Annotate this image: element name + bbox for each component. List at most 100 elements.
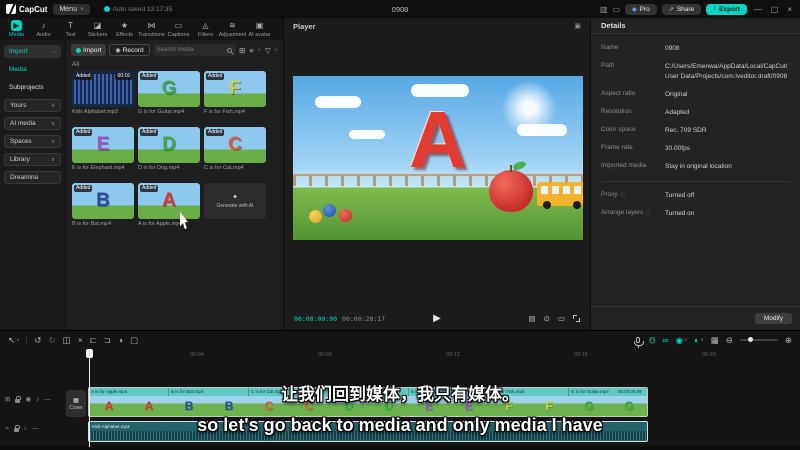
tab-icon: ▶ [11,20,22,31]
minimize-icon[interactable]: — [752,5,764,14]
redo-button[interactable]: ↻ [49,336,56,345]
tab[interactable]: ▶ Media [3,20,30,38]
timeline-ruler[interactable]: 00:04 00:08 00:12 00:16 00:20 [190,352,800,358]
layout-panel-icon[interactable]: ▭ [612,5,620,14]
voiceover-mic-icon[interactable] [634,337,645,348]
media-item[interactable]: F Added F is for Fish.mp4 [204,71,266,115]
share-button[interactable]: ↗ Share [661,3,702,15]
undo-button[interactable]: ↺ [34,336,41,345]
sidebar-item[interactable]: Yours ∨ [4,99,61,112]
sort-chevron-icon: ∨ [257,47,261,52]
sidebar-item[interactable]: Dreamina [4,171,61,184]
tab-label: Audio [36,32,51,38]
details-field-row: Imported media Stay in original location [601,162,790,172]
tab[interactable]: T Text [57,20,84,38]
added-badge: Added [74,129,93,136]
media-item[interactable]: Added 00:16 Kids Alphabet.mp3 [72,71,134,115]
delete-right-button[interactable]: ⊐ [104,336,111,345]
sidebar-item-label: Library [10,156,30,163]
close-icon[interactable]: × [785,5,794,14]
delete-left-button[interactable]: ⊏ [90,336,97,345]
media-item-name: F is for Fish.mp4 [204,109,245,115]
preview-axis-icon[interactable]: ◉ ∨ [676,336,688,345]
linking-icon[interactable]: ∞ [663,336,669,345]
tab[interactable]: ▣ AI avatar [246,20,273,38]
generate-with-ai-card[interactable]: ✦ Generate with AI [204,183,266,227]
aspect-ratio-icon[interactable]: ▭ [558,314,565,323]
tab[interactable]: ◪ Stickers [84,20,111,38]
details-field-label: Color space [601,126,636,134]
details-field-label: Frame rate [601,144,633,152]
menu-button[interactable]: Menu ∨ [53,3,90,15]
search-input[interactable]: Search media [152,44,236,56]
record-label: Record [122,46,144,54]
pro-label: Pro [639,5,650,13]
media-grid: Added 00:16 Kids Alphabet.mp3 G Added G … [66,69,283,229]
snapping-magnet-icon[interactable]: Ω [649,335,655,345]
play-button[interactable]: ▶ [433,313,441,324]
tab[interactable]: ♪ Audio [30,20,57,38]
pro-button[interactable]: ◆ Pro [625,3,657,15]
preview-mode-icon[interactable]: ▦ [711,336,719,345]
delete-button[interactable]: × [78,336,83,345]
tab-icon: ⋈ [147,21,156,30]
sidebar-item[interactable]: Import → [4,45,61,58]
media-item-name: A is for Apple.mp4 [138,221,183,227]
ruler-tick-label: 00:12 [446,352,460,358]
menu-label: Menu [59,5,77,13]
sidebar-item[interactable]: AI media ∨ [4,117,61,130]
autosave-status: Auto saved 13:17:35 [103,6,172,13]
media-filter-all[interactable]: All [66,60,283,69]
school-bus [537,182,583,209]
filter-icon[interactable]: ▽ [265,46,271,55]
cursor-icon: ↖ [8,334,16,345]
record-icon: ◉ [115,47,121,54]
tab[interactable]: ▭ Captions [165,20,192,38]
cloud [315,96,361,108]
media-item[interactable]: C Added C is for Cat.mp4 [204,127,266,171]
tab-label: AI avatar [248,32,271,38]
crop-button[interactable]: ▢ [130,336,138,345]
preview-quality-icon[interactable]: ▤ [529,314,536,323]
import-button[interactable]: Import [71,44,107,56]
tab[interactable]: ◬ Filters [192,20,219,38]
maximize-icon[interactable]: ▢ [769,5,781,14]
auto-captions-icon[interactable]: ◐ ∨ [694,336,703,345]
snapshot-icon[interactable]: ⊙ [544,314,550,323]
video-preview[interactable]: A [293,76,583,240]
zoom-slider-handle[interactable] [747,337,753,342]
media-item-name: B is for Bat.mp4 [72,221,112,227]
tab-icon: T [68,21,73,30]
added-badge: Added [206,73,225,80]
timeline-zoom-in-icon[interactable]: ⊕ [785,336,792,345]
timeline-zoom-out-icon[interactable]: ⊖ [726,336,733,345]
media-item[interactable]: A Added A is for Apple.mp4 [138,183,200,227]
split-button[interactable]: ◫ [63,336,71,345]
modify-button[interactable]: Modify [754,313,792,324]
media-item-name: D is for Dog.mp4 [138,165,180,171]
export-button[interactable]: ↑ Export [706,3,747,15]
generate-with-ai-label: Generate with AI [216,203,254,209]
sort-icon[interactable]: ≡ [249,46,253,55]
export-label: Export [719,5,740,13]
sidebar-item[interactable]: Spaces ∨ [4,135,61,148]
media-item[interactable]: B Added B is for Bat.mp4 [72,183,134,227]
media-item[interactable]: D Added D is for Dog.mp4 [138,127,200,171]
chevron-down-icon: ∨ [683,336,688,342]
grid-view-icon[interactable]: ⊞ [239,46,245,55]
media-item[interactable]: G Added G is for Guitar.mp4 [138,71,200,115]
timeline-zoom-slider[interactable] [739,337,778,342]
sidebar-item[interactable]: Media [4,63,61,76]
select-tool-button[interactable]: ↖ ∨ [8,336,19,345]
tab[interactable]: ⋈ Transitions [138,20,165,38]
media-item[interactable]: E Added E is for Elephant.mp4 [72,127,134,171]
fullscreen-icon[interactable] [573,315,580,322]
record-button[interactable]: ◉ Record [109,44,150,56]
mirror-button[interactable]: ◑ [118,336,123,345]
tab[interactable]: ≋ Adjustment [219,20,247,38]
layout-toggle-icon[interactable]: ▥ [600,5,608,14]
player-options-icon[interactable]: ▣ [574,22,581,30]
sidebar-item[interactable]: Subprojects [4,81,61,94]
sidebar-item[interactable]: Library ∨ [4,153,61,166]
tab[interactable]: ★ Effects [111,20,138,38]
